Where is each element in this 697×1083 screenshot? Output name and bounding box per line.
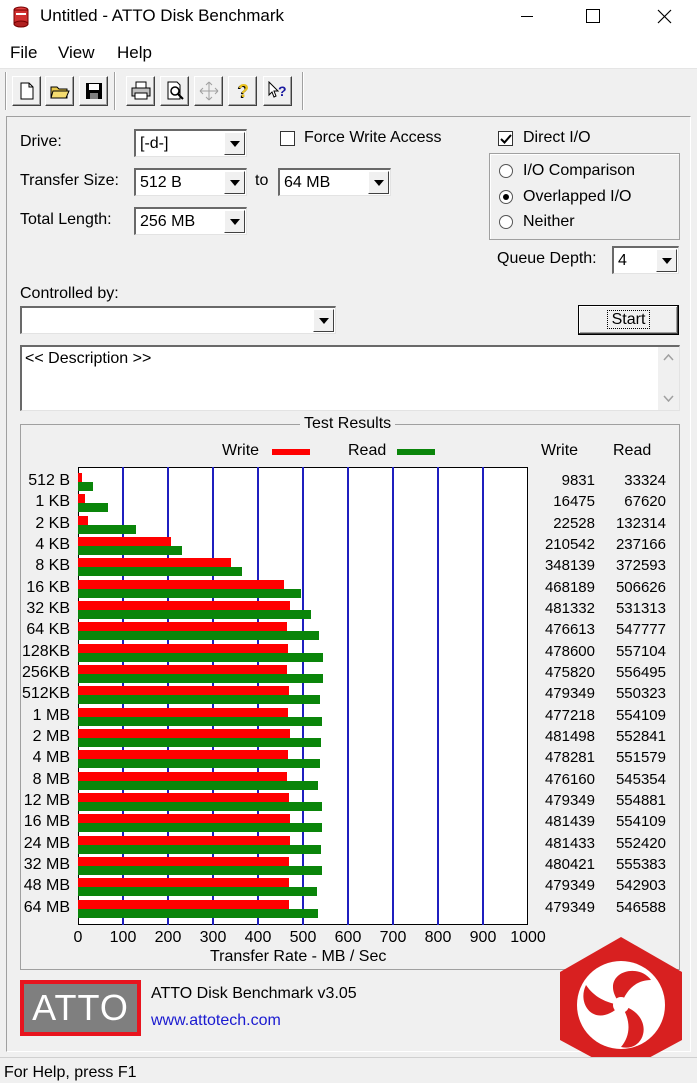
scroll-down-icon[interactable] bbox=[663, 395, 674, 402]
kitguru-logo-icon bbox=[560, 937, 682, 1073]
chevron-down-icon[interactable] bbox=[224, 171, 245, 194]
check-icon bbox=[500, 134, 512, 144]
app-icon bbox=[12, 6, 30, 28]
close-icon bbox=[657, 9, 672, 24]
website-link[interactable]: www.attotech.com bbox=[151, 1012, 281, 1030]
scroll-up-icon[interactable] bbox=[663, 354, 674, 361]
chevron-down-icon[interactable] bbox=[313, 309, 334, 332]
save-icon bbox=[86, 83, 102, 99]
save-button[interactable] bbox=[79, 76, 108, 106]
description-scrollbar[interactable] bbox=[658, 347, 679, 410]
radio-selected-dot bbox=[503, 194, 509, 200]
atto-logo: ATTO bbox=[20, 980, 141, 1036]
menu-view[interactable]: View bbox=[58, 43, 95, 63]
drive-label: Drive: bbox=[20, 133, 62, 150]
start-button[interactable]: Start bbox=[578, 305, 679, 335]
chevron-down-icon[interactable] bbox=[368, 171, 389, 194]
legend-read-swatch bbox=[397, 449, 435, 455]
force-write-label: Force Write Access bbox=[304, 129, 442, 146]
chart-plot-area bbox=[78, 467, 528, 925]
controlled-by-select[interactable] bbox=[20, 306, 336, 334]
svg-text:?: ? bbox=[238, 81, 249, 101]
menu-file[interactable]: File bbox=[10, 43, 37, 63]
drive-select[interactable]: [-d-] bbox=[134, 129, 247, 157]
minimize-button[interactable] bbox=[499, 0, 555, 34]
print-button[interactable] bbox=[126, 76, 155, 106]
new-button[interactable] bbox=[12, 76, 41, 106]
open-folder-icon bbox=[50, 86, 70, 99]
context-help-icon: ? bbox=[268, 81, 287, 99]
direct-io-checkbox[interactable] bbox=[498, 131, 513, 146]
print-preview-button[interactable] bbox=[160, 76, 189, 106]
svg-text:?: ? bbox=[278, 83, 287, 99]
help-icon: ? ? bbox=[237, 81, 249, 101]
maximize-button[interactable] bbox=[565, 0, 621, 34]
close-button[interactable] bbox=[636, 0, 692, 34]
transfer-size-to-select[interactable]: 64 MB bbox=[278, 168, 391, 196]
toolbar-separator bbox=[114, 72, 116, 110]
start-label: Start bbox=[606, 310, 651, 329]
chevron-down-icon[interactable] bbox=[224, 132, 245, 155]
atto-logo-text: ATTO bbox=[24, 984, 137, 1032]
neither-radio[interactable] bbox=[499, 215, 513, 229]
chevron-down-icon[interactable] bbox=[656, 249, 677, 272]
legend-write-swatch bbox=[272, 449, 310, 455]
new-file-icon bbox=[20, 82, 34, 100]
toolbar-end bbox=[302, 72, 304, 110]
test-results-title: Test Results bbox=[300, 415, 396, 433]
status-text: For Help, press F1 bbox=[4, 1064, 137, 1081]
transfer-size-label: Transfer Size: bbox=[20, 172, 119, 189]
direct-io-label: Direct I/O bbox=[523, 129, 591, 146]
total-length-select[interactable]: 256 MB bbox=[134, 207, 247, 235]
column-write-header: Write bbox=[541, 442, 579, 459]
transfer-to-value: 64 MB bbox=[284, 174, 331, 191]
move-icon bbox=[199, 81, 219, 101]
menu-help[interactable]: Help bbox=[117, 43, 152, 63]
io-comparison-label: I/O Comparison bbox=[523, 162, 636, 179]
chevron-down-icon[interactable] bbox=[224, 210, 245, 233]
menu-bar bbox=[0, 34, 697, 70]
legend-write-label: Write bbox=[222, 442, 260, 459]
toolbar-gripper bbox=[5, 72, 7, 110]
transfer-size-from-select[interactable]: 512 B bbox=[134, 168, 247, 196]
open-button[interactable] bbox=[45, 76, 74, 106]
status-bar: For Help, press F1 bbox=[0, 1057, 697, 1083]
queue-depth-select[interactable]: 4 bbox=[612, 246, 679, 274]
minimize-icon bbox=[521, 16, 533, 17]
chart-x-label: Transfer Rate - MB / Sec bbox=[210, 948, 387, 965]
context-help-button[interactable]: ? bbox=[263, 76, 292, 106]
overlapped-io-label: Overlapped I/O bbox=[523, 188, 632, 205]
column-read-header: Read bbox=[613, 442, 652, 459]
controlled-by-label: Controlled by: bbox=[20, 285, 119, 302]
drive-value: [-d-] bbox=[140, 135, 169, 152]
queue-depth-value: 4 bbox=[618, 252, 627, 269]
neither-label: Neither bbox=[523, 213, 575, 230]
maximize-icon bbox=[586, 9, 600, 23]
total-length-label: Total Length: bbox=[20, 211, 112, 228]
print-preview-icon bbox=[167, 81, 184, 100]
move-button[interactable] bbox=[194, 76, 223, 106]
window-title: Untitled - ATTO Disk Benchmark bbox=[40, 6, 285, 25]
print-icon bbox=[131, 81, 151, 100]
product-version: ATTO Disk Benchmark v3.05 bbox=[151, 985, 357, 1002]
description-text: << Description >> bbox=[25, 350, 152, 367]
to-label: to bbox=[255, 172, 269, 189]
help-button[interactable]: ? ? bbox=[228, 76, 257, 106]
total-length-value: 256 MB bbox=[140, 213, 196, 230]
queue-depth-label: Queue Depth: bbox=[497, 250, 597, 267]
force-write-checkbox[interactable] bbox=[280, 131, 295, 146]
overlapped-io-radio[interactable] bbox=[499, 190, 513, 204]
legend-read-label: Read bbox=[348, 442, 387, 459]
transfer-from-value: 512 B bbox=[140, 174, 182, 191]
io-comparison-radio[interactable] bbox=[499, 164, 513, 178]
description-field[interactable]: << Description >> bbox=[20, 345, 680, 411]
